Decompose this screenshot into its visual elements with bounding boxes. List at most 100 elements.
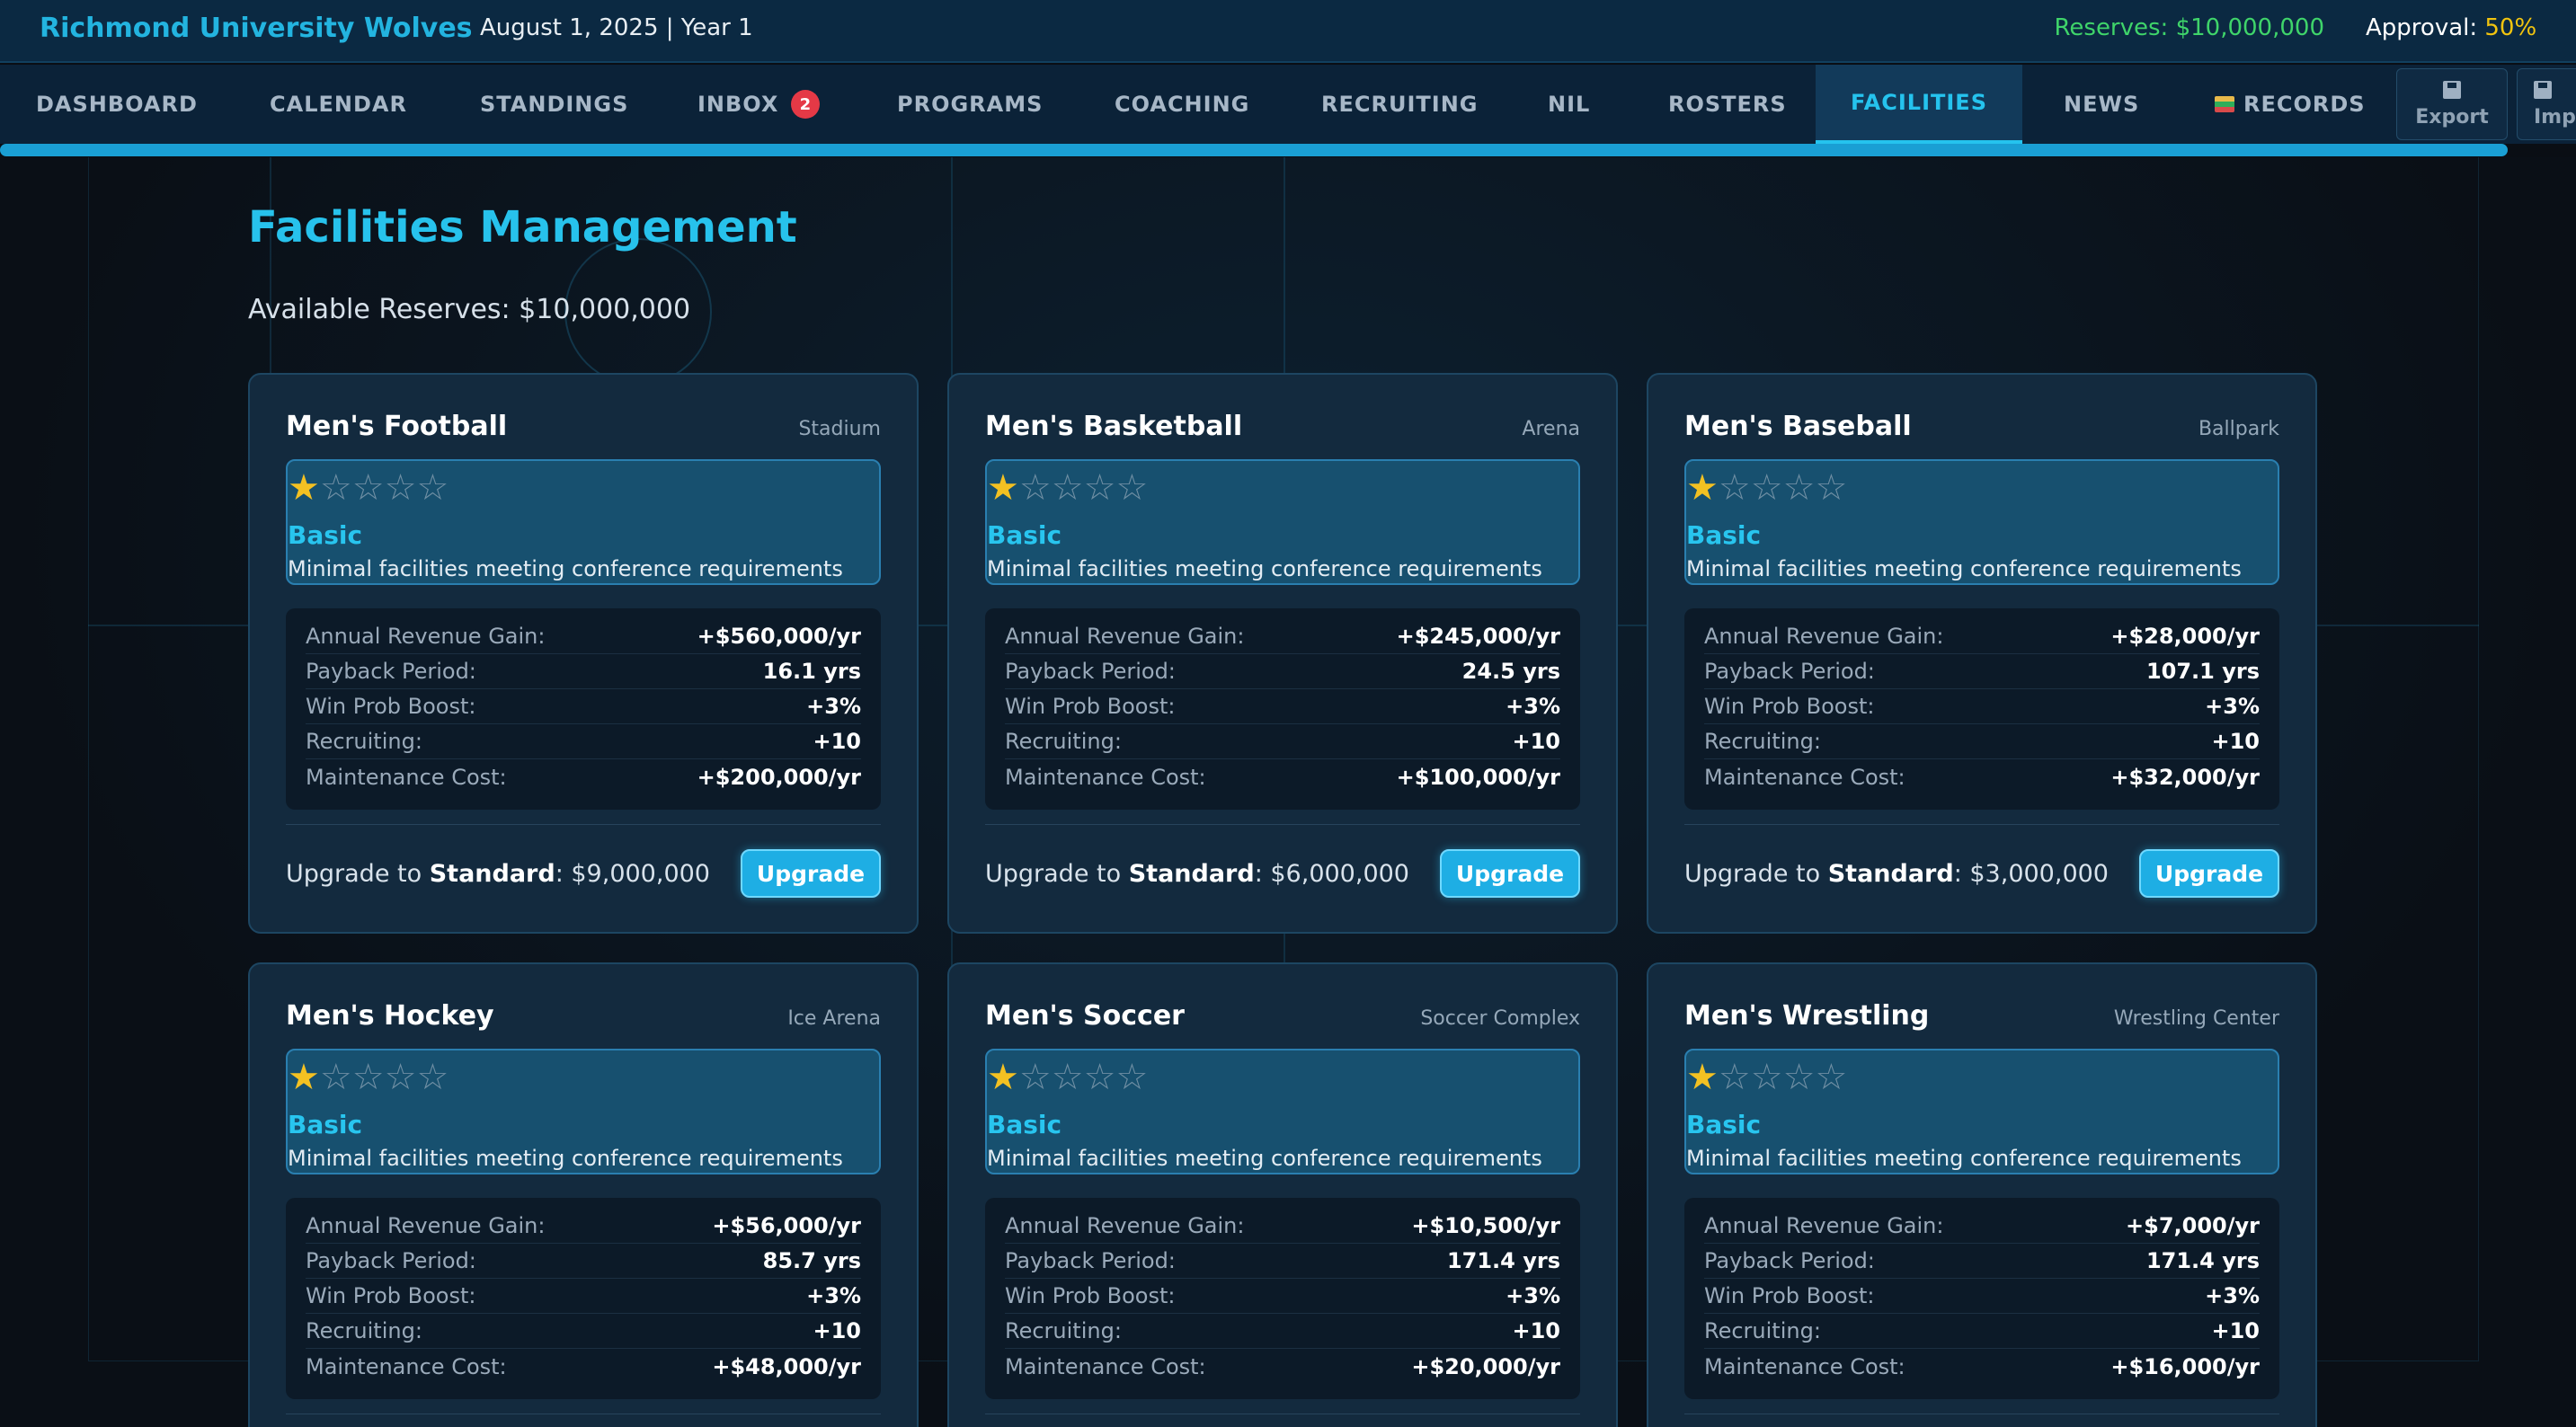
- tab-programs[interactable]: PROGRAMS: [897, 65, 1043, 144]
- divider: [286, 824, 881, 825]
- level-description: Minimal facilities meeting conference re…: [1686, 1146, 2242, 1171]
- star-filled-icon: ★: [1686, 467, 1719, 509]
- stat-label: Recruiting:: [306, 729, 422, 754]
- payback-value: 85.7 yrs: [762, 1248, 861, 1273]
- level-name: Basic: [987, 1110, 1062, 1139]
- stat-row: Win Prob Boost: +3%: [1005, 1279, 1560, 1314]
- level-name: Basic: [1686, 520, 1762, 550]
- card-header: Men's Hockey Ice Arena: [286, 1000, 881, 1032]
- stat-row: Payback Period: 16.1 yrs: [306, 654, 861, 689]
- tab-facilities[interactable]: FACILITIES: [1816, 65, 2022, 144]
- maintenance-value: +$48,000/yr: [712, 1353, 861, 1379]
- tab-label: CALENDAR: [270, 92, 407, 117]
- tab-label: COACHING: [1115, 92, 1250, 117]
- level-name: Basic: [987, 520, 1062, 550]
- card-header: Men's Baseball Ballpark: [1684, 411, 2279, 442]
- tab-label: FACILITIES: [1851, 90, 1987, 115]
- stat-label: Win Prob Boost:: [306, 1283, 476, 1308]
- stat-row: Payback Period: 171.4 yrs: [1005, 1244, 1560, 1279]
- stats-table: Annual Revenue Gain: +$245,000/yr Payback…: [985, 608, 1580, 810]
- stat-label: Annual Revenue Gain:: [1704, 1213, 1944, 1238]
- star-empty-icon: ☆☆☆☆: [1718, 1057, 1848, 1098]
- level-description: Minimal facilities meeting conference re…: [987, 1146, 1542, 1171]
- facility-level-box: ★☆☆☆☆ Basic Minimal facilities meeting c…: [1684, 459, 2279, 585]
- recruiting-value: +10: [2211, 1318, 2260, 1343]
- stat-label: Annual Revenue Gain:: [306, 1213, 546, 1238]
- star-rating: ★☆☆☆☆: [1686, 1058, 1847, 1097]
- stat-row: Annual Revenue Gain: +$10,500/yr: [1005, 1209, 1560, 1244]
- stat-label: Recruiting:: [306, 1318, 422, 1343]
- upgrade-cost: Upgrade to Standard: $6,000,000: [985, 860, 1409, 888]
- stat-row: Annual Revenue Gain: +$245,000/yr: [1005, 619, 1560, 654]
- tab-records[interactable]: RECORDS: [2215, 65, 2366, 144]
- stat-label: Maintenance Cost:: [1005, 1353, 1206, 1379]
- approval-value: 50%: [2484, 14, 2537, 41]
- level-description: Minimal facilities meeting conference re…: [288, 1146, 843, 1171]
- import-label: Imp: [2534, 105, 2576, 129]
- tab-coaching[interactable]: COACHING: [1115, 65, 1249, 144]
- tab-inbox[interactable]: INBOX 2: [697, 65, 821, 144]
- tab-rosters[interactable]: ROSTERS: [1668, 65, 1787, 144]
- tab-label: STANDINGS: [480, 92, 629, 117]
- card-header: Men's Wrestling Wrestling Center: [1684, 1000, 2279, 1032]
- export-button[interactable]: Export: [2396, 68, 2508, 140]
- venue-type: Wrestling Center: [2113, 1007, 2279, 1030]
- star-filled-icon: ★: [288, 467, 320, 509]
- tab-calendar[interactable]: CALENDAR: [270, 65, 407, 144]
- win-boost-value: +3%: [806, 1283, 861, 1308]
- tab-nil[interactable]: NIL: [1548, 65, 1590, 144]
- tab-label: NIL: [1548, 92, 1591, 117]
- stats-table: Annual Revenue Gain: +$7,000/yr Payback P…: [1684, 1198, 2279, 1399]
- folder-icon: [2534, 80, 2552, 99]
- tab-label: RECORDS: [2243, 92, 2366, 117]
- upgrade-button[interactable]: Upgrade: [741, 849, 881, 898]
- stat-row: Payback Period: 171.4 yrs: [1704, 1244, 2260, 1279]
- tab-label: NEWS: [2064, 92, 2140, 117]
- star-empty-icon: ☆☆☆☆: [1018, 1057, 1149, 1098]
- stat-label: Payback Period:: [306, 1248, 476, 1273]
- upgrade-price: : $9,000,000: [555, 860, 710, 888]
- facility-card-hockey: Men's Hockey Ice Arena ★☆☆☆☆ Basic Minim…: [248, 962, 919, 1427]
- stat-label: Maintenance Cost:: [1005, 764, 1206, 790]
- star-filled-icon: ★: [288, 1057, 320, 1098]
- win-boost-value: +3%: [1506, 694, 1560, 719]
- payback-value: 16.1 yrs: [762, 659, 861, 684]
- stat-row: Annual Revenue Gain: +$7,000/yr: [1704, 1209, 2260, 1244]
- books-icon: [2215, 96, 2234, 112]
- star-rating: ★☆☆☆☆: [288, 468, 449, 508]
- star-rating: ★☆☆☆☆: [288, 1058, 449, 1097]
- stat-label: Maintenance Cost:: [306, 764, 507, 790]
- stats-table: Annual Revenue Gain: +$56,000/yr Payback …: [286, 1198, 881, 1399]
- upgrade-button[interactable]: Upgrade: [1440, 849, 1580, 898]
- tab-label: ROSTERS: [1668, 92, 1787, 117]
- upgrade-button[interactable]: Upgrade: [2139, 849, 2279, 898]
- star-rating: ★☆☆☆☆: [987, 468, 1148, 508]
- stat-label: Win Prob Boost:: [1704, 694, 1875, 719]
- stat-row: Recruiting: +10: [306, 724, 861, 759]
- stat-row: Recruiting: +10: [1005, 1314, 1560, 1349]
- stat-row: Recruiting: +10: [1704, 1314, 2260, 1349]
- maintenance-value: +$32,000/yr: [2110, 764, 2260, 790]
- facility-card-baseball: Men's Baseball Ballpark ★☆☆☆☆ Basic Mini…: [1647, 373, 2317, 934]
- stat-label: Payback Period:: [306, 659, 476, 684]
- import-button[interactable]: Imp: [2517, 68, 2576, 140]
- horizontal-scrollbar[interactable]: [0, 144, 2508, 156]
- star-empty-icon: ☆☆☆☆: [319, 467, 449, 509]
- facility-level-box: ★☆☆☆☆ Basic Minimal facilities meeting c…: [985, 1049, 1580, 1174]
- stats-table: Annual Revenue Gain: +$10,500/yr Payback …: [985, 1198, 1580, 1399]
- tab-dashboard[interactable]: DASHBOARD: [36, 65, 198, 144]
- tab-news[interactable]: NEWS: [2064, 65, 2139, 144]
- next-level: Standard: [429, 860, 555, 888]
- star-empty-icon: ☆☆☆☆: [1718, 467, 1848, 509]
- stat-label: Maintenance Cost:: [306, 1353, 507, 1379]
- sport-name: Men's Wrestling: [1684, 1000, 1930, 1032]
- tab-recruiting[interactable]: RECRUITING: [1321, 65, 1478, 144]
- star-rating: ★☆☆☆☆: [1686, 468, 1847, 508]
- facilities-page: Facilities Management Available Reserves…: [0, 157, 2576, 1427]
- venue-type: Stadium: [798, 418, 881, 440]
- facility-level-box: ★☆☆☆☆ Basic Minimal facilities meeting c…: [286, 1049, 881, 1174]
- top-bar: Richmond University Wolves August 1, 202…: [0, 0, 2576, 63]
- facility-level-box: ★☆☆☆☆ Basic Minimal facilities meeting c…: [286, 459, 881, 585]
- tab-standings[interactable]: STANDINGS: [480, 65, 628, 144]
- level-description: Minimal facilities meeting conference re…: [288, 556, 843, 581]
